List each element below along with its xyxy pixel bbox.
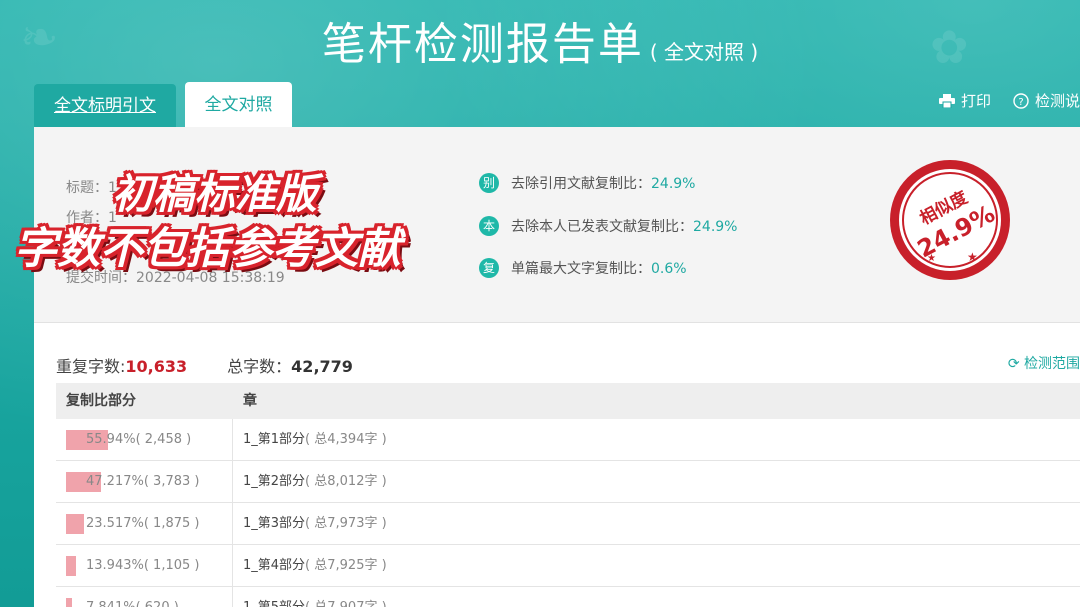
metric-badge-icon: 复 [479,258,499,278]
metric-excluding-own: 本 去除本人已发表文献复制比：24.9% [479,216,737,236]
scope-label: 检测范围 [1024,356,1080,372]
print-button[interactable]: 打印 [938,90,991,111]
chapter-total: ( 总7,925字 ) [305,558,387,573]
chapter-name: 1_第5部分 [243,600,305,607]
printer-icon [938,93,955,108]
report-title: 笔杆检测报告单 [321,19,644,70]
ratio-count: ( 1,105 ) [143,558,200,573]
metric-excluding-citations: 别 去除引用文献复制比：24.9% [479,173,695,193]
total-value: 42,779 [291,357,353,376]
ratio-percent: 7.841% [86,600,136,607]
chapter-total: ( 总4,394字 ) [305,432,387,447]
ratio-text: 55.94%( 2,458 ) [66,432,191,447]
repeat-label: 重复字数: [56,357,126,376]
tab-full-text-compare[interactable]: 全文对照 [185,82,292,128]
overlay-caption-line2: 字数不包括参考文献 [14,224,401,274]
chapter-name: 1_第1部分 [243,432,306,447]
tab-full-text-citations[interactable]: 全文标明引文 [34,84,176,128]
title-field: 标题：1 [66,180,117,196]
ratio-cell: 23.517%( 1,875 ) [56,503,233,544]
ratio-text: 13.943%( 1,105 ) [66,558,199,573]
page-title: 笔杆检测报告单( 全文对照 ) [0,8,1080,72]
chapter-total: ( 总7,973字 ) [305,516,387,531]
ratio-count: ( 3,783 ) [143,474,200,489]
chapter-name: 1_第4部分 [243,558,306,573]
help-button[interactable]: ? 检测说 [1013,90,1080,111]
ratio-percent: 23.517% [86,516,144,531]
table-row[interactable]: 47.217%( 3,783 ) 1_第2部分( 总8,012字 ) [56,461,1080,503]
table-row[interactable]: 13.943%( 1,105 ) 1_第4部分( 总7,925字 ) [56,545,1080,587]
ratio-text: 7.841%( 620 ) [66,600,179,607]
repeat-count: 重复字数:10,633 [56,353,187,377]
help-label: 检测说 [1034,92,1080,110]
report-subtitle: ( 全文对照 ) [649,40,759,64]
help-icon: ? [1013,92,1029,109]
tab-label: 全文对照 [204,95,273,115]
stamp-star-icon: ★ [927,253,936,264]
stats-bar: 重复字数:10,633 总字数：42,779 [56,353,353,377]
ratio-count: ( 620 ) [136,600,179,607]
metric-value: 24.9% [651,176,696,192]
chapter-cell[interactable]: 1_第4部分( 总7,925字 ) [233,545,387,586]
svg-text:?: ? [1018,97,1023,108]
ratio-cell: 7.841%( 620 ) [56,587,233,607]
chapter-cell[interactable]: 1_第2部分( 总8,012字 ) [233,461,387,502]
total-count: 总字数：42,779 [227,353,353,377]
ratio-percent: 47.217% [86,474,144,489]
table-row[interactable]: 23.517%( 1,875 ) 1_第3部分( 总7,973字 ) [56,503,1080,545]
similarity-stamp: 相似度 24.9% ★ ★ [890,160,1010,280]
print-label: 打印 [960,92,991,110]
table-row[interactable]: 55.94%( 2,458 ) 1_第1部分( 总4,394字 ) [56,419,1080,461]
refresh-icon: ⟳ [1007,356,1020,372]
chapter-name: 1_第2部分 [243,474,306,489]
metric-badge-icon: 本 [479,216,499,236]
table-row[interactable]: 7.841%( 620 ) 1_第5部分( 总7,907字 ) [56,587,1080,607]
repeat-value: 10,633 [125,357,188,376]
metric-label: 单篇最大文字复制比： [511,261,651,277]
ratio-cell: 47.217%( 3,783 ) [56,461,233,502]
table-header: 复制比部分 章 [56,383,1080,419]
ratio-cell: 13.943%( 1,105 ) [56,545,233,586]
chapter-cell[interactable]: 1_第1部分( 总4,394字 ) [233,419,387,460]
total-label: 总字数： [227,357,292,376]
stamp-star-icon: ★ [967,250,978,264]
ratio-percent: 55.94% [86,432,136,447]
overlay-caption-line1: 初稿标准版 [112,170,317,218]
metric-label: 去除本人已发表文献复制比： [511,219,693,235]
ratio-percent: 13.943% [86,558,144,573]
ratio-count: ( 2,458 ) [135,432,192,447]
metric-value: 0.6% [651,261,687,277]
ratio-text: 47.217%( 3,783 ) [66,474,199,489]
tab-label: 全文标明引文 [54,96,156,116]
column-header-chapter: 章 [243,393,257,409]
chapter-total: ( 总7,907字 ) [305,600,387,607]
metric-single-max: 复 单篇最大文字复制比：0.6% [479,258,687,278]
scope-link[interactable]: ⟳ 检测范围 [1008,353,1080,373]
metric-value: 24.9% [693,219,738,235]
chapter-name: 1_第3部分 [243,516,306,531]
similarity-table: 复制比部分 章 55.94%( 2,458 ) 1_第1部分( 总4,394字 )… [56,383,1080,607]
metric-badge-icon: 别 [479,173,499,193]
ratio-count: ( 1,875 ) [143,516,200,531]
metric-label: 去除引用文献复制比： [511,176,651,192]
ratio-cell: 55.94%( 2,458 ) [56,419,233,460]
toolbar: 打印 ? 检测说 [938,90,1080,111]
ratio-text: 23.517%( 1,875 ) [66,516,199,531]
chapter-cell[interactable]: 1_第3部分( 总7,973字 ) [233,503,387,544]
chapter-total: ( 总8,012字 ) [305,474,387,489]
table-body: 55.94%( 2,458 ) 1_第1部分( 总4,394字 ) 47.217%(… [56,419,1080,607]
chapter-cell[interactable]: 1_第5部分( 总7,907字 ) [233,587,387,607]
column-header-ratio: 复制比部分 [66,393,136,409]
